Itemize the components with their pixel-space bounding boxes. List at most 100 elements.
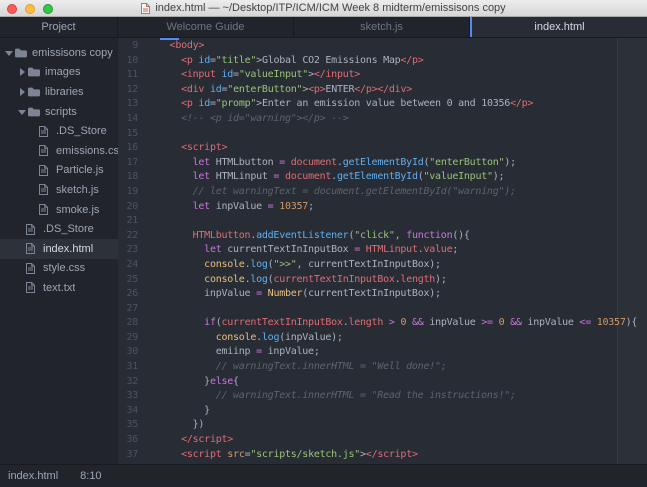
- code-line[interactable]: 37 <script src="scripts/sketch.js"></scr…: [118, 448, 647, 463]
- line-number: 15: [126, 127, 138, 139]
- code-text: }else{: [158, 375, 239, 387]
- code-text: emiinp = inpValue;: [158, 346, 320, 358]
- tree-item-label: .DS_Store: [43, 223, 94, 236]
- code-line[interactable]: 21: [118, 214, 647, 229]
- code-text: HTMLbutton.addEventListener("click", fun…: [192, 229, 470, 241]
- tree-item-libraries[interactable]: libraries: [0, 82, 118, 102]
- line-number: 20: [126, 200, 138, 212]
- code-area: 9 <body> 10 <p id="title">Global CO2 Emis…: [118, 39, 647, 462]
- close-button[interactable]: [7, 4, 17, 14]
- line-number: 21: [126, 215, 138, 227]
- minimize-button[interactable]: [25, 4, 35, 14]
- tab-sketch-js[interactable]: sketch.js: [294, 17, 470, 37]
- file-icon: [39, 184, 52, 196]
- window-title: index.html — ~/Desktop/ITP/ICM/ICM Week …: [141, 0, 506, 17]
- code-line[interactable]: 11 <input id="valueInput"></input>: [118, 68, 647, 83]
- code-line[interactable]: 34 }: [118, 404, 647, 419]
- tab-welcome-guide[interactable]: Welcome Guide: [118, 17, 294, 37]
- tree-item-label: Particle.js: [56, 164, 104, 177]
- tree-item-ds-store[interactable]: .DS_Store: [0, 121, 118, 141]
- code-line[interactable]: 24 console.log(">>", currentTextInInputB…: [118, 258, 647, 273]
- code-line[interactable]: 9 <body>: [118, 39, 647, 54]
- code-text: let HTMLinput = document.getElementById(…: [192, 171, 505, 183]
- code-line[interactable]: 12 <div id="enterButton"><p>ENTER</p></d…: [118, 83, 647, 98]
- tree-item-emissions-csv[interactable]: emissions.csv: [0, 141, 118, 161]
- line-number: 31: [126, 361, 138, 373]
- code-line[interactable]: 29 console.log(inpValue);: [118, 331, 647, 346]
- code-line[interactable]: 23 let currentTextInInputBox = HTMLinput…: [118, 243, 647, 258]
- tree-item-text-txt[interactable]: text.txt: [0, 278, 118, 298]
- chevron-right-icon[interactable]: [18, 87, 28, 96]
- folder-icon: [28, 67, 41, 77]
- code-line[interactable]: 27: [118, 302, 647, 317]
- code-text: <script src="scripts/sketch.js"></script…: [181, 448, 418, 460]
- tab-strip: Welcome Guide sketch.js index.html: [118, 17, 647, 37]
- tree-item-label: scripts: [45, 105, 77, 118]
- chevron-down-icon[interactable]: [5, 49, 15, 57]
- line-number: 28: [126, 317, 138, 329]
- file-tree: emissisons copy images libraries scripts .DS…: [0, 43, 118, 298]
- code-line[interactable]: 35 }): [118, 418, 647, 433]
- code-line[interactable]: 28 if(currentTextInInputBox.length > 0 &…: [118, 316, 647, 331]
- status-cursor-position[interactable]: 8:10: [80, 470, 101, 482]
- code-text: let HTMLbutton = document.getElementById…: [192, 156, 516, 168]
- tree-item-label: style.css: [43, 262, 86, 275]
- line-number: 9: [132, 40, 138, 51]
- code-line[interactable]: 36 </script>: [118, 433, 647, 448]
- code-line[interactable]: 32 }else{: [118, 375, 647, 390]
- line-number: 34: [126, 404, 138, 416]
- code-line[interactable]: 16 <script>: [118, 141, 647, 156]
- tree-item-index-html[interactable]: index.html: [0, 238, 118, 259]
- code-line[interactable]: 18 let HTMLinput = document.getElementBy…: [118, 170, 647, 185]
- tree-item-emissisons-copy[interactable]: emissisons copy: [0, 43, 118, 63]
- line-number: 22: [126, 229, 138, 241]
- code-line[interactable]: 13 <p id="promp">Enter an emission value…: [118, 97, 647, 112]
- tree-item-scripts[interactable]: scripts: [0, 102, 118, 122]
- code-line[interactable]: 19 // let warningText = document.getElem…: [118, 185, 647, 200]
- tree-item-images[interactable]: images: [0, 63, 118, 83]
- line-number: 30: [126, 346, 138, 358]
- wrap-guide-shade: [618, 38, 647, 464]
- project-header: Project: [0, 17, 118, 37]
- top-bar: Project Welcome Guide sketch.js index.html: [0, 17, 647, 38]
- chevron-down-icon[interactable]: [18, 108, 28, 116]
- code-line[interactable]: 31 // warningText.innerHTML = "Well done…: [118, 360, 647, 375]
- folder-icon: [28, 107, 41, 117]
- tree-item-ds-store[interactable]: .DS_Store: [0, 219, 118, 239]
- line-number: 23: [126, 244, 138, 256]
- tree-item-label: emissisons copy: [32, 46, 113, 59]
- code-line[interactable]: 25 console.log(currentTextInInputBox.len…: [118, 273, 647, 288]
- traffic-lights: [7, 4, 53, 14]
- tree-item-label: text.txt: [43, 281, 76, 294]
- zoom-button[interactable]: [43, 4, 53, 14]
- code-line[interactable]: 22 HTMLbutton.addEventListener("click", …: [118, 229, 647, 244]
- wrap-guide: [617, 38, 618, 464]
- folder-icon: [28, 87, 41, 97]
- code-line[interactable]: 15: [118, 127, 647, 142]
- editor[interactable]: 9 <body> 10 <p id="title">Global CO2 Emis…: [118, 38, 647, 464]
- code-text: <p id="title">Global CO2 Emissions Map</…: [181, 54, 424, 66]
- tree-item-particle-js[interactable]: Particle.js: [0, 161, 118, 181]
- code-line[interactable]: 14 <!-- <p id="warning"></p> -->: [118, 112, 647, 127]
- line-number: 17: [126, 156, 138, 168]
- chevron-right-icon[interactable]: [18, 68, 28, 77]
- code-line[interactable]: 20 let inpValue = 10357;: [118, 200, 647, 215]
- file-icon: [26, 243, 39, 255]
- tree-item-label: sketch.js: [56, 183, 99, 196]
- code-text: let inpValue = 10357;: [192, 200, 314, 212]
- tree-item-smoke-js[interactable]: smoke.js: [0, 200, 118, 220]
- code-text: }): [158, 419, 205, 431]
- code-line[interactable]: 26 inpValue = Number(currentTextInInputB…: [118, 287, 647, 302]
- tree-item-label: .DS_Store: [56, 125, 107, 138]
- code-line[interactable]: 33 // warningText.innerHTML = "Read the …: [118, 389, 647, 404]
- code-line[interactable]: 30 emiinp = inpValue;: [118, 345, 647, 360]
- code-line[interactable]: 10 <p id="title">Global CO2 Emissions Ma…: [118, 54, 647, 69]
- tab-index-html[interactable]: index.html: [470, 17, 647, 37]
- code-text: if(currentTextInInputBox.length > 0 && i…: [204, 317, 638, 329]
- code-line[interactable]: 17 let HTMLbutton = document.getElementB…: [118, 156, 647, 171]
- tree-item-style-css[interactable]: style.css: [0, 259, 118, 279]
- tree-item-sketch-js[interactable]: sketch.js: [0, 180, 118, 200]
- code-text: // let warningText = document.getElement…: [192, 185, 516, 197]
- file-icon: [39, 145, 52, 157]
